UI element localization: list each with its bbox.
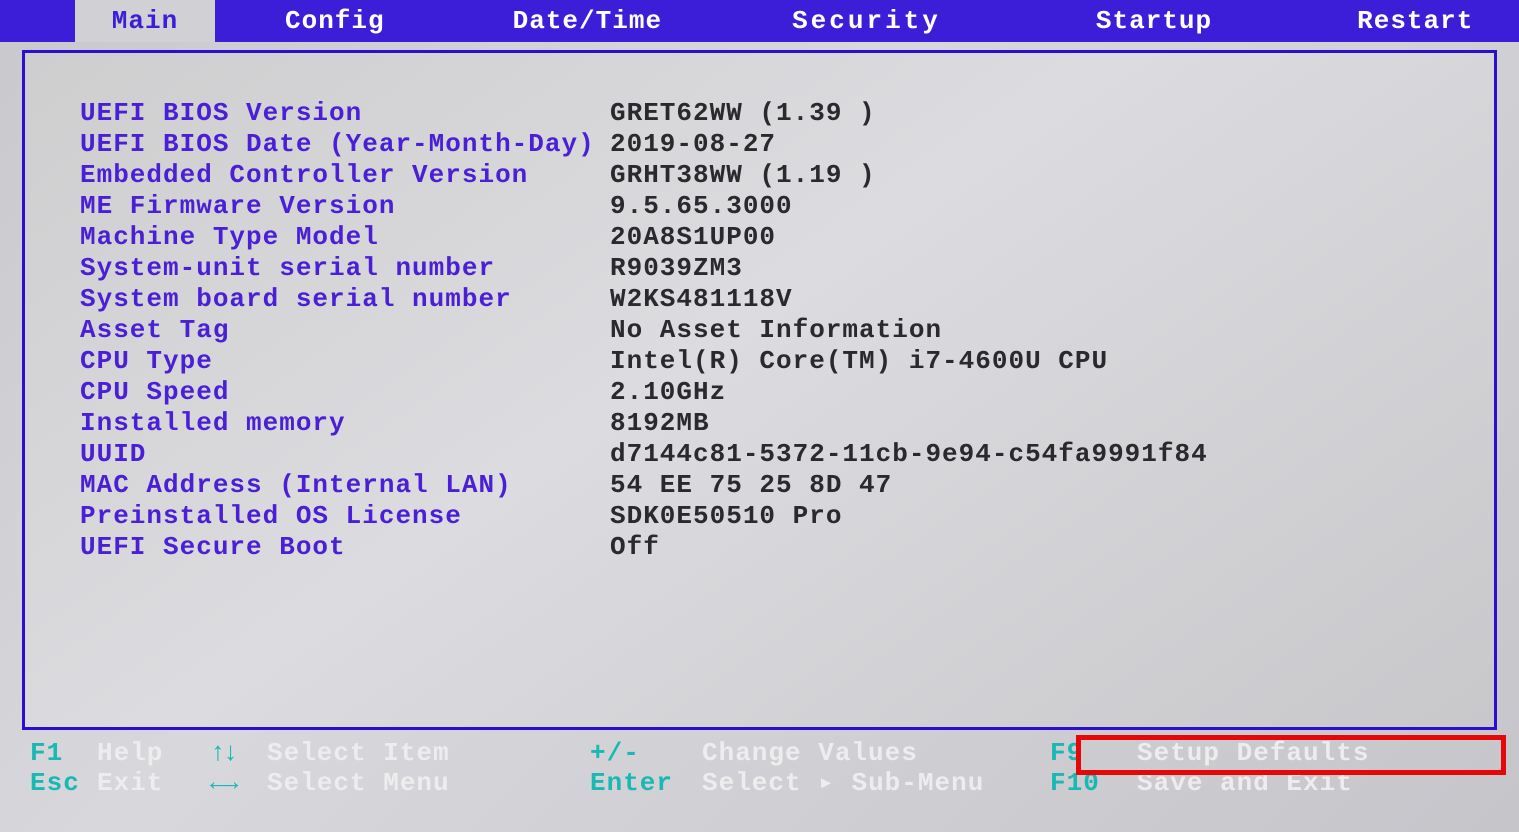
hotkey-updown[interactable]: ↑↓: [210, 738, 255, 768]
info-row: Asset TagNo Asset Information: [80, 315, 1494, 346]
info-label: UUID: [80, 439, 610, 470]
hotkey-enter-label: Select ▸ Sub-Menu: [702, 768, 984, 798]
tab-main[interactable]: Main: [75, 0, 215, 42]
info-value: 2019-08-27: [610, 129, 776, 160]
info-value: 2.10GHz: [610, 377, 726, 408]
info-label: Preinstalled OS License: [80, 501, 610, 532]
info-value: No Asset Information: [610, 315, 942, 346]
info-row: UUIDd7144c81-5372-11cb-9e94-c54fa9991f84: [80, 439, 1494, 470]
hotkey-leftright[interactable]: ←→: [210, 768, 255, 798]
info-label: UEFI BIOS Date (Year-Month-Day): [80, 129, 610, 160]
info-value: 20A8S1UP00: [610, 222, 776, 253]
hotkey-f9[interactable]: F9: [1050, 738, 1125, 768]
info-value: R9039ZM3: [610, 253, 743, 284]
hotkey-f9-label: Setup Defaults: [1137, 738, 1369, 768]
hotkey-f1[interactable]: F1: [30, 738, 85, 768]
info-label: CPU Speed: [80, 377, 610, 408]
info-row: CPU TypeIntel(R) Core(TM) i7-4600U CPU: [80, 346, 1494, 377]
hotkey-esc[interactable]: Esc: [30, 768, 85, 798]
hotkey-f10[interactable]: F10: [1050, 768, 1125, 798]
info-value: SDK0E50510 Pro: [610, 501, 842, 532]
tab-restart[interactable]: Restart: [1327, 0, 1503, 42]
hotkey-enter[interactable]: Enter: [590, 768, 690, 798]
tab-datetime[interactable]: Date/Time: [483, 0, 692, 42]
tab-config[interactable]: Config: [255, 0, 415, 42]
info-row: ME Firmware Version9.5.65.3000: [80, 191, 1494, 222]
info-value: 9.5.65.3000: [610, 191, 793, 222]
info-row: MAC Address (Internal LAN)54 EE 75 25 8D…: [80, 470, 1494, 501]
hotkey-esc-label: Exit: [97, 768, 163, 798]
info-label: Installed memory: [80, 408, 610, 439]
info-value: Intel(R) Core(TM) i7-4600U CPU: [610, 346, 1108, 377]
info-label: Machine Type Model: [80, 222, 610, 253]
info-label: UEFI BIOS Version: [80, 98, 610, 129]
info-row: System-unit serial numberR9039ZM3: [80, 253, 1494, 284]
info-row: Machine Type Model20A8S1UP00: [80, 222, 1494, 253]
hotkey-plusminus[interactable]: +/-: [590, 738, 690, 768]
info-row: System board serial numberW2KS481118V: [80, 284, 1494, 315]
info-value: W2KS481118V: [610, 284, 793, 315]
info-label: Embedded Controller Version: [80, 160, 610, 191]
info-label: MAC Address (Internal LAN): [80, 470, 610, 501]
info-row: Embedded Controller VersionGRHT38WW (1.1…: [80, 160, 1494, 191]
info-row: UEFI BIOS Date (Year-Month-Day)2019-08-2…: [80, 129, 1494, 160]
hotkey-f10-label: Save and Exit: [1137, 768, 1353, 798]
info-label: ME Firmware Version: [80, 191, 610, 222]
info-value: GRHT38WW (1.19 ): [610, 160, 876, 191]
info-row: UEFI BIOS VersionGRET62WW (1.39 ): [80, 98, 1494, 129]
info-label: System-unit serial number: [80, 253, 610, 284]
hotkey-updown-label: Select Item: [267, 738, 450, 768]
info-value: GRET62WW (1.39 ): [610, 98, 876, 129]
info-row: Preinstalled OS LicenseSDK0E50510 Pro: [80, 501, 1494, 532]
hotkey-plusminus-label: Change Values: [702, 738, 918, 768]
info-row: CPU Speed2.10GHz: [80, 377, 1494, 408]
info-value: 54 EE 75 25 8D 47: [610, 470, 892, 501]
info-label: CPU Type: [80, 346, 610, 377]
info-row: UEFI Secure BootOff: [80, 532, 1494, 563]
main-content-panel: UEFI BIOS VersionGRET62WW (1.39 )UEFI BI…: [22, 50, 1497, 730]
hotkey-leftright-label: Select Menu: [267, 768, 450, 798]
info-label: Asset Tag: [80, 315, 610, 346]
tab-startup[interactable]: Startup: [1066, 0, 1242, 42]
info-value: d7144c81-5372-11cb-9e94-c54fa9991f84: [610, 439, 1208, 470]
tab-bar: Main Config Date/Time Security Startup R…: [0, 0, 1519, 42]
info-label: UEFI Secure Boot: [80, 532, 610, 563]
info-value: Off: [610, 532, 660, 563]
tab-security[interactable]: Security: [762, 0, 971, 42]
footer-help-bar: F1 Help Esc Exit ↑↓ Select Item ←→ Selec…: [0, 738, 1519, 798]
hotkey-f1-label: Help: [97, 738, 163, 768]
info-label: System board serial number: [80, 284, 610, 315]
info-value: 8192MB: [610, 408, 710, 439]
info-row: Installed memory8192MB: [80, 408, 1494, 439]
